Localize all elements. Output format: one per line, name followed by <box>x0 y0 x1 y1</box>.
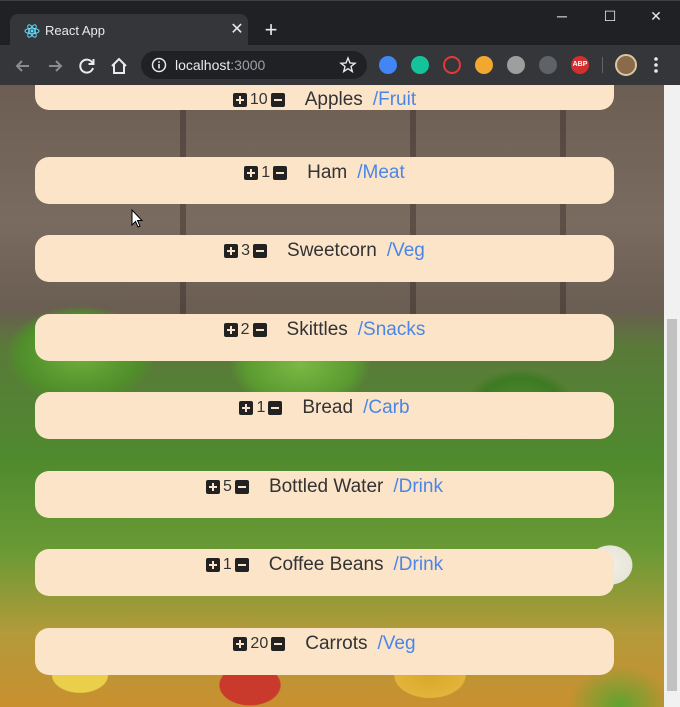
maximize-button[interactable]: ☐ <box>596 6 624 26</box>
list-item: 1 Bread/Carb <box>35 392 614 439</box>
item-name: Apples <box>304 89 363 110</box>
list-item: 5 Bottled Water/Drink <box>35 471 614 518</box>
item-category-link[interactable]: /Veg <box>378 633 416 655</box>
increment-button[interactable] <box>244 166 259 180</box>
address-bar[interactable]: localhost:3000 <box>141 51 367 79</box>
grammarly-icon[interactable] <box>411 56 429 74</box>
item-name: Bottled Water <box>268 476 384 497</box>
increment-button[interactable] <box>224 244 239 258</box>
home-icon[interactable] <box>108 55 130 77</box>
item-name: Carrots <box>305 633 368 654</box>
toolbar-divider <box>602 57 603 73</box>
site-info-icon[interactable] <box>151 57 167 73</box>
blocker-icon[interactable] <box>443 56 461 74</box>
item-name: Sweetcorn <box>287 240 377 261</box>
page-viewport: 10 Apples/Fruit 1 Ham/Meat 3 Sweetcorn/Veg 2 Sk… <box>0 85 664 707</box>
minimize-button[interactable]: ─ <box>548 6 576 26</box>
tab-close-icon[interactable]: ✕ <box>228 21 246 39</box>
list-item: 10 Apples/Fruit <box>35 85 614 110</box>
list-item: 1 Coffee Beans/Drink <box>35 549 614 596</box>
list-item: 1 Ham/Meat <box>35 157 614 204</box>
lightbulb-icon[interactable] <box>539 56 557 74</box>
list-item: 2 Skittles/Snacks <box>35 314 614 361</box>
item-quantity: 3 <box>241 242 251 259</box>
react-icon <box>24 24 40 38</box>
item-category-link[interactable]: /Drink <box>393 476 443 498</box>
increment-button[interactable] <box>232 93 247 107</box>
item-category-link[interactable]: /Fruit <box>373 89 416 111</box>
decrement-button[interactable] <box>270 93 285 107</box>
item-quantity: 10 <box>249 91 268 108</box>
increment-button[interactable] <box>223 323 238 337</box>
increment-button[interactable] <box>233 637 248 651</box>
menu-dots-icon[interactable] <box>648 55 664 75</box>
item-category-link[interactable]: /Veg <box>387 240 425 262</box>
browser-tab[interactable]: React App ✕ <box>10 14 248 47</box>
list-item: 3 Sweetcorn/Veg <box>35 235 614 282</box>
decrement-button[interactable] <box>253 244 268 258</box>
url-text: localhost:3000 <box>175 57 266 73</box>
close-window-button[interactable]: ✕ <box>642 6 670 26</box>
q-extension-icon[interactable] <box>379 56 397 74</box>
forward-icon[interactable] <box>44 55 66 77</box>
item-name: Ham <box>307 162 348 183</box>
item-category-link[interactable]: /Meat <box>357 162 405 184</box>
back-icon[interactable] <box>12 55 34 77</box>
bookmark-star-icon[interactable] <box>339 56 357 74</box>
scroll-thumb[interactable] <box>667 319 677 691</box>
new-tab-button[interactable]: + <box>259 19 283 43</box>
item-category-link[interactable]: /Drink <box>394 554 444 576</box>
item-quantity: 1 <box>261 164 271 181</box>
item-quantity: 20 <box>250 635 269 652</box>
title-bar: React App ✕ + ─ ☐ ✕ <box>0 0 680 47</box>
increment-button[interactable] <box>239 401 254 415</box>
increment-button[interactable] <box>205 558 220 572</box>
item-quantity: 1 <box>256 399 266 416</box>
item-category-link[interactable]: /Carb <box>363 397 409 419</box>
item-quantity: 5 <box>223 478 232 495</box>
scrollbar[interactable] <box>664 85 680 707</box>
decrement-button[interactable] <box>273 166 288 180</box>
reload-icon[interactable] <box>76 55 98 77</box>
decrement-button[interactable] <box>234 480 249 494</box>
decrement-button[interactable] <box>234 558 249 572</box>
abp-icon[interactable]: ABP <box>571 56 589 74</box>
decrement-button[interactable] <box>252 323 267 337</box>
item-name: Coffee Beans <box>268 554 384 575</box>
mouse-cursor-icon <box>131 209 143 228</box>
decrement-button[interactable] <box>268 401 283 415</box>
item-name: Bread <box>302 397 354 418</box>
item-quantity: 2 <box>240 321 250 338</box>
mouse-icon[interactable] <box>507 56 525 74</box>
list-item: 20 Carrots/Veg <box>35 628 614 675</box>
owl-icon[interactable] <box>475 56 493 74</box>
item-category-link[interactable]: /Snacks <box>358 319 426 341</box>
profile-avatar[interactable] <box>615 54 637 76</box>
increment-button[interactable] <box>206 480 221 494</box>
tab-title: React App <box>45 23 105 38</box>
decrement-button[interactable] <box>271 637 286 651</box>
item-name: Skittles <box>286 319 348 340</box>
browser-toolbar: localhost:3000 ABP <box>0 45 680 85</box>
item-quantity: 1 <box>222 556 232 573</box>
